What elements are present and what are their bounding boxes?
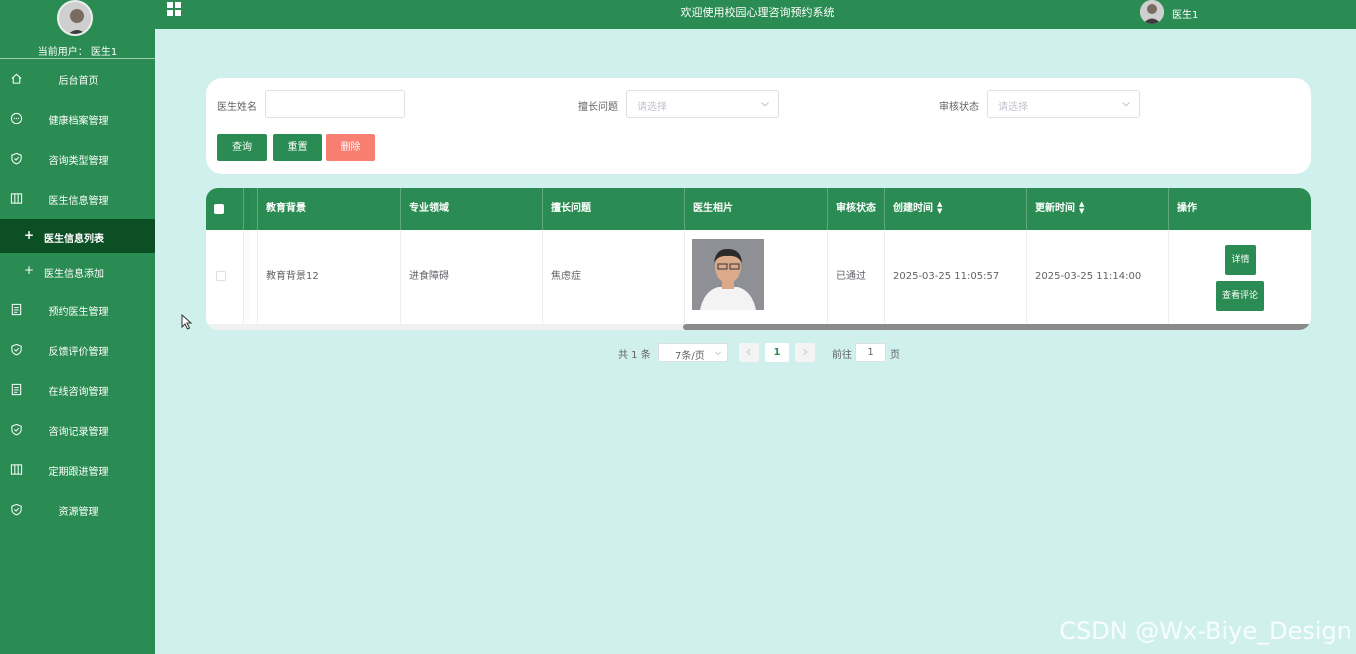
select-all-checkbox[interactable] xyxy=(214,204,224,214)
doctor-table: 教育背景 专业领域 擅长问题 医生相片 审核状态 创建时间 ▲ ▼ 更新时间 ▲ ▼ 操… xyxy=(206,188,1311,330)
cell-specialty: 焦虑症 xyxy=(543,230,685,324)
sidebar-subitem-doctor-add[interactable]: + 医生信息添加 xyxy=(0,254,155,288)
row-spacer xyxy=(244,230,258,324)
specialty-label: 擅长问题 xyxy=(578,102,618,113)
current-user-label: 当前用户： 医生1 xyxy=(37,47,118,58)
detail-button[interactable]: 详情 xyxy=(1225,245,1256,275)
sidebar-item-label: 咨询类型管理 xyxy=(48,155,109,167)
cell-education: 教育背景12 xyxy=(258,230,401,324)
review-status-select[interactable]: 请选择 xyxy=(987,90,1140,118)
sidebar-item-home[interactable]: 后台首页 xyxy=(0,59,155,99)
sidebar-item-online-consult[interactable]: 在线咨询管理 xyxy=(0,370,155,410)
column-updated-label: 更新时间 xyxy=(1035,203,1075,214)
column-status: 审核状态 xyxy=(828,188,885,230)
sidebar-item-label: 反馈评价管理 xyxy=(48,346,109,358)
sort-icon[interactable]: ▲ ▼ xyxy=(1079,201,1084,215)
sidebar-item-label: 资源管理 xyxy=(58,506,99,518)
sidebar: 当前用户： 医生1 后台首页 健康档案管理 咨询类型管理 医生信息管理 + 医生… xyxy=(0,0,155,654)
reset-button[interactable]: 重置 xyxy=(273,134,322,161)
header-spacer xyxy=(244,188,258,230)
column-field: 专业领域 xyxy=(401,188,543,230)
sidebar-item-label: 医生信息管理 xyxy=(48,195,109,207)
table-row: 教育背景12 进食障碍 焦虑症 已通过 2025-03-25 11:05:57 … xyxy=(206,230,1311,324)
sidebar-item-consult-records[interactable]: 咨询记录管理 xyxy=(0,410,155,450)
cell-status: 已通过 xyxy=(828,230,885,324)
row-checkbox[interactable] xyxy=(216,271,226,281)
sidebar-item-feedback[interactable]: 反馈评价管理 xyxy=(0,330,155,370)
sidebar-subitem-label: 医生信息添加 xyxy=(44,269,104,280)
column-created-label: 创建时间 xyxy=(893,203,933,214)
cell-created: 2025-03-25 11:05:57 xyxy=(885,230,1027,324)
cell-updated: 2025-03-25 11:14:00 xyxy=(1027,230,1169,324)
watermark: CSDN @Wx-Biye_Design xyxy=(1059,617,1352,645)
page-number-current[interactable]: 1 xyxy=(765,343,789,362)
mouse-cursor-icon xyxy=(181,314,193,330)
sidebar-item-doctor-info[interactable]: 医生信息管理 xyxy=(0,179,155,219)
plus-icon: + xyxy=(24,228,35,242)
column-created[interactable]: 创建时间 ▲ ▼ xyxy=(885,188,1027,230)
search-panel: 医生姓名 擅长问题 请选择 审核状态 请选择 查询 重置 删除 xyxy=(206,78,1311,174)
pagination-total: 共 1 条 xyxy=(618,350,651,361)
column-photo: 医生相片 xyxy=(685,188,828,230)
query-button[interactable]: 查询 xyxy=(217,134,267,161)
sidebar-item-label: 定期跟进管理 xyxy=(48,466,109,478)
sidebar-item-label: 健康档案管理 xyxy=(48,115,109,127)
page-suffix-label: 页 xyxy=(890,350,900,361)
chevron-down-icon xyxy=(761,102,769,107)
column-education: 教育背景 xyxy=(258,188,401,230)
cell-field: 进食障碍 xyxy=(401,230,543,324)
select-all-cell xyxy=(206,188,244,230)
plus-icon: + xyxy=(24,263,35,277)
sidebar-item-health-records[interactable]: 健康档案管理 xyxy=(0,99,155,139)
chevron-down-icon xyxy=(1122,102,1130,107)
next-page-button[interactable] xyxy=(795,343,815,362)
sidebar-item-resources[interactable]: 资源管理 xyxy=(0,490,155,530)
sidebar-item-follow-up[interactable]: 定期跟进管理 xyxy=(0,450,155,490)
row-select-cell xyxy=(206,230,244,324)
sidebar-item-label: 咨询记录管理 xyxy=(48,426,109,438)
review-status-placeholder: 请选择 xyxy=(998,102,1028,113)
fixed-column-shadow xyxy=(244,188,245,324)
review-status-label: 审核状态 xyxy=(939,102,979,113)
sidebar-item-label: 后台首页 xyxy=(58,75,99,87)
horizontal-scrollbar[interactable] xyxy=(683,324,1311,330)
topbar: 欢迎使用校园心理咨询预约系统 医生1 xyxy=(155,0,1356,29)
sidebar-item-label: 预约医生管理 xyxy=(48,306,109,318)
sidebar-item-label: 在线咨询管理 xyxy=(48,386,109,398)
prev-page-button[interactable] xyxy=(739,343,759,362)
sort-icon[interactable]: ▲ ▼ xyxy=(937,201,942,215)
doctor-name-input[interactable] xyxy=(265,90,405,118)
topbar-avatar[interactable] xyxy=(1140,0,1164,24)
column-updated[interactable]: 更新时间 ▲ ▼ xyxy=(1027,188,1169,230)
page-size-label: 7条/页 xyxy=(675,351,705,362)
column-actions: 操作 xyxy=(1177,203,1197,214)
goto-page-input[interactable]: 1 xyxy=(855,343,886,362)
specialty-select[interactable]: 请选择 xyxy=(626,90,779,118)
delete-button[interactable]: 删除 xyxy=(326,134,375,161)
chevron-down-icon xyxy=(714,351,722,355)
table-header: 教育背景 专业领域 擅长问题 医生相片 审核状态 创建时间 ▲ ▼ 更新时间 ▲ ▼ 操… xyxy=(206,188,1311,230)
doctor-name-label: 医生姓名 xyxy=(217,102,257,113)
specialty-placeholder: 请选择 xyxy=(637,102,667,113)
sidebar-item-appointments[interactable]: 预约医生管理 xyxy=(0,290,155,330)
view-comments-button[interactable]: 查看评论 xyxy=(1216,281,1264,311)
sidebar-profile: 当前用户： 医生1 xyxy=(0,0,155,59)
goto-label: 前往 xyxy=(832,350,852,361)
doctor-photo[interactable] xyxy=(692,239,764,310)
avatar[interactable] xyxy=(57,0,93,36)
sidebar-item-consult-types[interactable]: 咨询类型管理 xyxy=(0,139,155,179)
chevron-right-icon xyxy=(803,348,808,356)
page-size-select[interactable]: 7条/页 xyxy=(658,343,728,362)
sidebar-subitem-doctor-list[interactable]: + 医生信息列表 xyxy=(0,219,155,253)
column-specialty: 擅长问题 xyxy=(543,188,685,230)
chevron-left-icon xyxy=(746,348,751,356)
topbar-username[interactable]: 医生1 xyxy=(1172,6,1198,21)
sidebar-subitem-label: 医生信息列表 xyxy=(44,234,104,245)
